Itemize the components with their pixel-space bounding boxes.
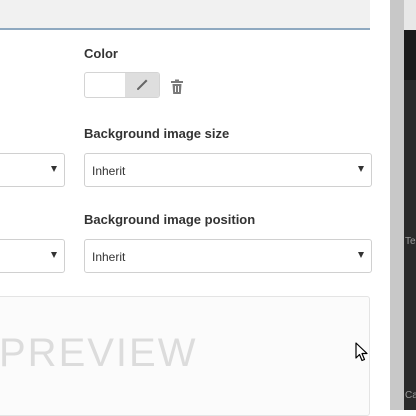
eyedropper-icon [137, 79, 148, 90]
bg-position-label: Background image position [84, 212, 256, 227]
chevron-down-icon [51, 252, 57, 258]
trash-icon[interactable] [170, 79, 184, 95]
chevron-down-icon [358, 166, 364, 172]
color-label: Color [84, 46, 118, 61]
scrollbar[interactable] [390, 0, 404, 410]
panel-header-strip [0, 0, 370, 30]
preview-text: PREVIEW [0, 331, 198, 375]
bg-size-label: Background image size [84, 126, 230, 141]
bg-position-value: Inherit [92, 250, 126, 264]
preview-box: PREVIEW [0, 296, 370, 416]
mouse-cursor-icon [355, 342, 368, 362]
background-page-strip: Te Ca [390, 0, 416, 410]
bg-size-select[interactable]: Inherit [84, 153, 372, 187]
style-settings-panel: Color Background image size Inherit Back… [0, 0, 390, 416]
bg-position-select[interactable]: Inherit [84, 239, 372, 273]
color-picker[interactable] [84, 72, 160, 98]
chevron-down-icon [358, 252, 364, 258]
background-strip-top [404, 0, 416, 30]
color-picker-button[interactable] [125, 73, 159, 97]
left-select-1[interactable] [0, 153, 65, 187]
chevron-down-icon [51, 166, 57, 172]
background-text-fragment: Ca [405, 390, 416, 401]
background-strip-dark [404, 30, 416, 80]
bg-size-value: Inherit [92, 164, 126, 178]
left-select-2[interactable] [0, 239, 65, 273]
background-text-fragment: Te [405, 236, 416, 247]
